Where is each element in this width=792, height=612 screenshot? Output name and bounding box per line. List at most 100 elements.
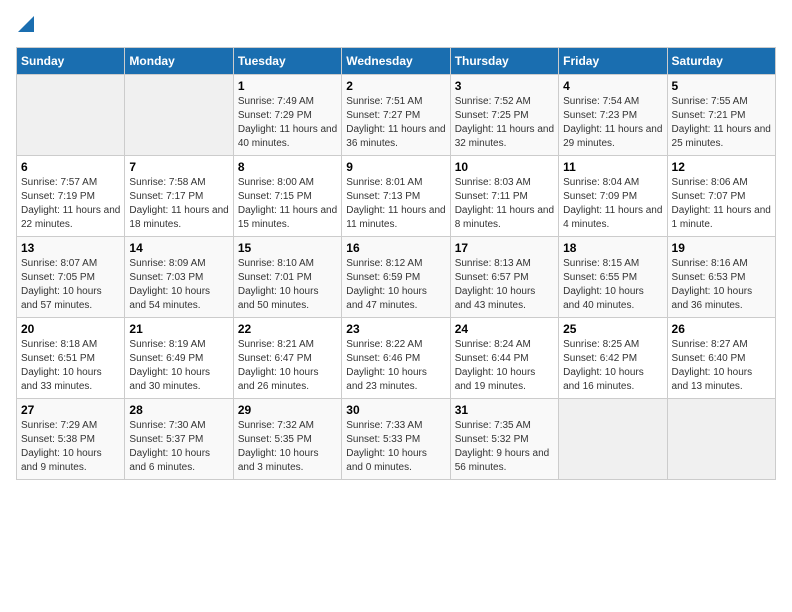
day-number: 14 [129, 241, 228, 255]
day-info: Sunrise: 8:06 AM Sunset: 7:07 PM Dayligh… [672, 176, 771, 232]
day-info: Sunrise: 8:09 AM Sunset: 7:03 PM Dayligh… [129, 257, 228, 313]
day-number: 31 [455, 403, 554, 417]
calendar-cell [559, 399, 667, 480]
day-info: Sunrise: 8:22 AM Sunset: 6:46 PM Dayligh… [346, 338, 445, 394]
day-info: Sunrise: 8:01 AM Sunset: 7:13 PM Dayligh… [346, 176, 445, 232]
day-number: 28 [129, 403, 228, 417]
calendar-cell: 26Sunrise: 8:27 AM Sunset: 6:40 PM Dayli… [667, 318, 775, 399]
calendar-cell: 20 Sunrise: 8:18 AM Sunset: 6:51 PM Dayli… [17, 318, 125, 399]
calendar-cell: 7Sunrise: 7:58 AM Sunset: 7:17 PM Daylig… [125, 156, 233, 237]
calendar-cell: 29 Sunrise: 7:32 AM Sunset: 5:35 PM Dayli… [233, 399, 341, 480]
calendar-cell: 24 Sunrise: 8:24 AM Sunset: 6:44 PM Dayli… [450, 318, 558, 399]
day-info: Sunrise: 8:12 AM Sunset: 6:59 PM Dayligh… [346, 257, 445, 313]
calendar-cell: 22 Sunrise: 8:21 AM Sunset: 6:47 PM Dayli… [233, 318, 341, 399]
calendar-cell: 18 Sunrise: 8:15 AM Sunset: 6:55 PM Dayli… [559, 237, 667, 318]
day-header-saturday: Saturday [667, 48, 775, 75]
day-info: Sunrise: 7:57 AM Sunset: 7:19 PM Dayligh… [21, 176, 120, 232]
day-info: Sunrise: 8:15 AM Sunset: 6:55 PM Dayligh… [563, 257, 662, 313]
calendar-cell: 13 Sunrise: 8:07 AM Sunset: 7:05 PM Dayli… [17, 237, 125, 318]
day-number: 7 [129, 160, 228, 174]
day-number: 30 [346, 403, 445, 417]
calendar-cell: 31 Sunrise: 7:35 AM Sunset: 5:32 PM Dayli… [450, 399, 558, 480]
day-info: Sunrise: 7:35 AM Sunset: 5:32 PM Dayligh… [455, 419, 554, 475]
day-info: Sunrise: 8:27 AM Sunset: 6:40 PM Dayligh… [672, 338, 771, 394]
day-number: 18 [563, 241, 662, 255]
calendar-cell: 3 Sunrise: 7:52 AM Sunset: 7:25 PM Daylig… [450, 75, 558, 156]
day-info: Sunrise: 8:24 AM Sunset: 6:44 PM Dayligh… [455, 338, 554, 394]
day-header-sunday: Sunday [17, 48, 125, 75]
day-number: 10 [455, 160, 554, 174]
calendar-header-row: SundayMondayTuesdayWednesdayThursdayFrid… [17, 48, 776, 75]
day-number: 9 [346, 160, 445, 174]
day-header-friday: Friday [559, 48, 667, 75]
day-number: 27 [21, 403, 120, 417]
calendar-cell: 9 Sunrise: 8:01 AM Sunset: 7:13 PM Daylig… [342, 156, 450, 237]
day-info: Sunrise: 8:10 AM Sunset: 7:01 PM Dayligh… [238, 257, 337, 313]
day-info: Sunrise: 7:33 AM Sunset: 5:33 PM Dayligh… [346, 419, 445, 475]
day-info: Sunrise: 7:29 AM Sunset: 5:38 PM Dayligh… [21, 419, 120, 475]
calendar-cell: 23Sunrise: 8:22 AM Sunset: 6:46 PM Dayli… [342, 318, 450, 399]
day-header-thursday: Thursday [450, 48, 558, 75]
day-number: 13 [21, 241, 120, 255]
day-number: 3 [455, 79, 554, 93]
day-header-tuesday: Tuesday [233, 48, 341, 75]
day-number: 16 [346, 241, 445, 255]
day-number: 22 [238, 322, 337, 336]
day-info: Sunrise: 8:18 AM Sunset: 6:51 PM Dayligh… [21, 338, 120, 394]
calendar-cell: 8Sunrise: 8:00 AM Sunset: 7:15 PM Daylig… [233, 156, 341, 237]
calendar-cell: 1 Sunrise: 7:49 AM Sunset: 7:29 PM Daylig… [233, 75, 341, 156]
calendar-cell: 6 Sunrise: 7:57 AM Sunset: 7:19 PM Daylig… [17, 156, 125, 237]
calendar-cell: 27 Sunrise: 7:29 AM Sunset: 5:38 PM Dayli… [17, 399, 125, 480]
logo [16, 16, 34, 37]
day-info: Sunrise: 8:07 AM Sunset: 7:05 PM Dayligh… [21, 257, 120, 313]
day-number: 1 [238, 79, 337, 93]
day-number: 20 [21, 322, 120, 336]
day-info: Sunrise: 8:19 AM Sunset: 6:49 PM Dayligh… [129, 338, 228, 394]
day-header-wednesday: Wednesday [342, 48, 450, 75]
day-number: 5 [672, 79, 771, 93]
day-number: 6 [21, 160, 120, 174]
calendar-cell: 12Sunrise: 8:06 AM Sunset: 7:07 PM Dayli… [667, 156, 775, 237]
calendar-cell: 28 Sunrise: 7:30 AM Sunset: 5:37 PM Dayli… [125, 399, 233, 480]
day-number: 11 [563, 160, 662, 174]
day-info: Sunrise: 8:13 AM Sunset: 6:57 PM Dayligh… [455, 257, 554, 313]
calendar-cell: 16 Sunrise: 8:12 AM Sunset: 6:59 PM Dayli… [342, 237, 450, 318]
calendar-cell: 10Sunrise: 8:03 AM Sunset: 7:11 PM Dayli… [450, 156, 558, 237]
calendar-cell: 5 Sunrise: 7:55 AM Sunset: 7:21 PM Daylig… [667, 75, 775, 156]
day-info: Sunrise: 7:49 AM Sunset: 7:29 PM Dayligh… [238, 95, 337, 151]
day-info: Sunrise: 7:55 AM Sunset: 7:21 PM Dayligh… [672, 95, 771, 151]
logo-arrow-icon [18, 16, 34, 37]
day-number: 19 [672, 241, 771, 255]
day-number: 15 [238, 241, 337, 255]
page-header [16, 16, 776, 37]
calendar-cell: 25Sunrise: 8:25 AM Sunset: 6:42 PM Dayli… [559, 318, 667, 399]
day-number: 17 [455, 241, 554, 255]
calendar-cell: 19 Sunrise: 8:16 AM Sunset: 6:53 PM Dayli… [667, 237, 775, 318]
day-number: 21 [129, 322, 228, 336]
day-info: Sunrise: 8:21 AM Sunset: 6:47 PM Dayligh… [238, 338, 337, 394]
calendar-table: SundayMondayTuesdayWednesdayThursdayFrid… [16, 47, 776, 480]
day-number: 25 [563, 322, 662, 336]
day-number: 24 [455, 322, 554, 336]
calendar-cell [125, 75, 233, 156]
day-number: 4 [563, 79, 662, 93]
calendar-week-2: 6 Sunrise: 7:57 AM Sunset: 7:19 PM Daylig… [17, 156, 776, 237]
calendar-cell: 15 Sunrise: 8:10 AM Sunset: 7:01 PM Dayli… [233, 237, 341, 318]
day-info: Sunrise: 7:30 AM Sunset: 5:37 PM Dayligh… [129, 419, 228, 475]
day-info: Sunrise: 7:52 AM Sunset: 7:25 PM Dayligh… [455, 95, 554, 151]
day-info: Sunrise: 8:16 AM Sunset: 6:53 PM Dayligh… [672, 257, 771, 313]
day-info: Sunrise: 7:32 AM Sunset: 5:35 PM Dayligh… [238, 419, 337, 475]
calendar-week-4: 20 Sunrise: 8:18 AM Sunset: 6:51 PM Dayli… [17, 318, 776, 399]
calendar-cell: 17 Sunrise: 8:13 AM Sunset: 6:57 PM Dayli… [450, 237, 558, 318]
calendar-cell: 2Sunrise: 7:51 AM Sunset: 7:27 PM Daylig… [342, 75, 450, 156]
calendar-cell: 21 Sunrise: 8:19 AM Sunset: 6:49 PM Dayli… [125, 318, 233, 399]
day-info: Sunrise: 8:04 AM Sunset: 7:09 PM Dayligh… [563, 176, 662, 232]
calendar-cell: 4 Sunrise: 7:54 AM Sunset: 7:23 PM Daylig… [559, 75, 667, 156]
day-number: 29 [238, 403, 337, 417]
day-number: 2 [346, 79, 445, 93]
day-header-monday: Monday [125, 48, 233, 75]
calendar-week-5: 27 Sunrise: 7:29 AM Sunset: 5:38 PM Dayli… [17, 399, 776, 480]
day-info: Sunrise: 7:54 AM Sunset: 7:23 PM Dayligh… [563, 95, 662, 151]
calendar-week-1: 1 Sunrise: 7:49 AM Sunset: 7:29 PM Daylig… [17, 75, 776, 156]
calendar-cell: 30 Sunrise: 7:33 AM Sunset: 5:33 PM Dayli… [342, 399, 450, 480]
